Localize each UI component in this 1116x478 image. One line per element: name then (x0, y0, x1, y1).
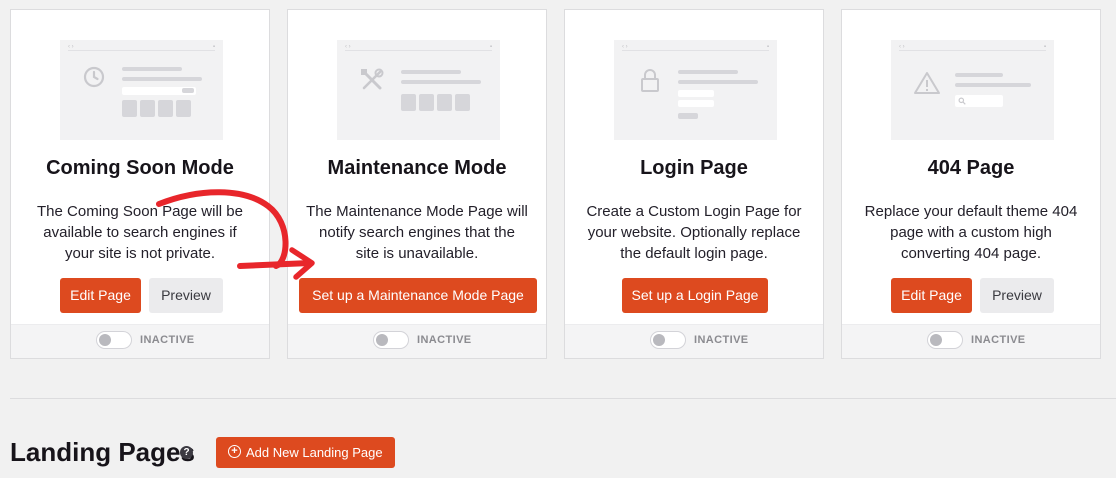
status-toggle[interactable] (927, 331, 963, 349)
edit-page-button[interactable]: Edit Page (891, 278, 972, 313)
404-illustration: ‹ › ▪ (891, 40, 1054, 140)
card-coming-soon: ‹ › ▪ Coming Soon Mode The Coming Soon Pa… (10, 9, 270, 359)
card-maintenance-mode: ‹ › ▪ Maintenance Mode The Maintenance Mo… (287, 9, 547, 359)
status-label: INACTIVE (417, 334, 472, 346)
landing-pages-heading: Landing Pages (10, 437, 195, 467)
edit-page-button[interactable]: Edit Page (60, 278, 141, 313)
search-icon (958, 97, 966, 105)
setup-maintenance-button[interactable]: Set up a Maintenance Mode Page (299, 278, 537, 313)
card-description: Create a Custom Login Page for your webs… (586, 203, 802, 262)
login-illustration: ‹ › ▪ (614, 40, 777, 140)
lock-icon (641, 69, 659, 92)
card-footer: INACTIVE (842, 324, 1100, 358)
card-footer: INACTIVE (565, 324, 823, 358)
card-login-page: ‹ › ▪ Login Page Create a Custom Login Pa… (564, 9, 824, 359)
warning-icon (914, 72, 940, 94)
status-toggle[interactable] (373, 331, 409, 349)
card-description: Replace your default theme 404 page with… (864, 203, 1078, 262)
card-title: Maintenance Mode (327, 157, 507, 179)
card-footer: INACTIVE (11, 324, 269, 358)
add-button-label: Add New Landing Page (246, 445, 383, 460)
coming-soon-illustration: ‹ › ▪ (60, 40, 223, 140)
status-label: INACTIVE (971, 334, 1026, 346)
card-description: The Maintenance Mode Page will notify se… (306, 203, 528, 262)
help-icon[interactable]: ? (180, 446, 193, 459)
plus-circle-icon: + (228, 445, 241, 458)
preview-button[interactable]: Preview (149, 278, 223, 313)
add-new-landing-page-button[interactable]: + Add New Landing Page (216, 437, 395, 468)
card-title: 404 Page (927, 157, 1015, 179)
status-label: INACTIVE (694, 334, 749, 346)
card-footer: INACTIVE (288, 324, 546, 358)
status-toggle[interactable] (650, 331, 686, 349)
status-label: INACTIVE (140, 334, 195, 346)
section-divider (10, 398, 1116, 399)
card-404-page: ‹ › ▪ 404 Page Replace your default theme… (841, 9, 1101, 359)
card-description: The Coming Soon Page will be available t… (37, 203, 243, 262)
card-title: Coming Soon Mode (46, 157, 234, 179)
card-title: Login Page (640, 157, 748, 179)
tools-icon (361, 68, 384, 90)
status-toggle[interactable] (96, 331, 132, 349)
clock-icon (83, 66, 105, 88)
maintenance-illustration: ‹ › ▪ (337, 40, 500, 140)
preview-button[interactable]: Preview (980, 278, 1054, 313)
setup-login-button[interactable]: Set up a Login Page (622, 278, 768, 313)
